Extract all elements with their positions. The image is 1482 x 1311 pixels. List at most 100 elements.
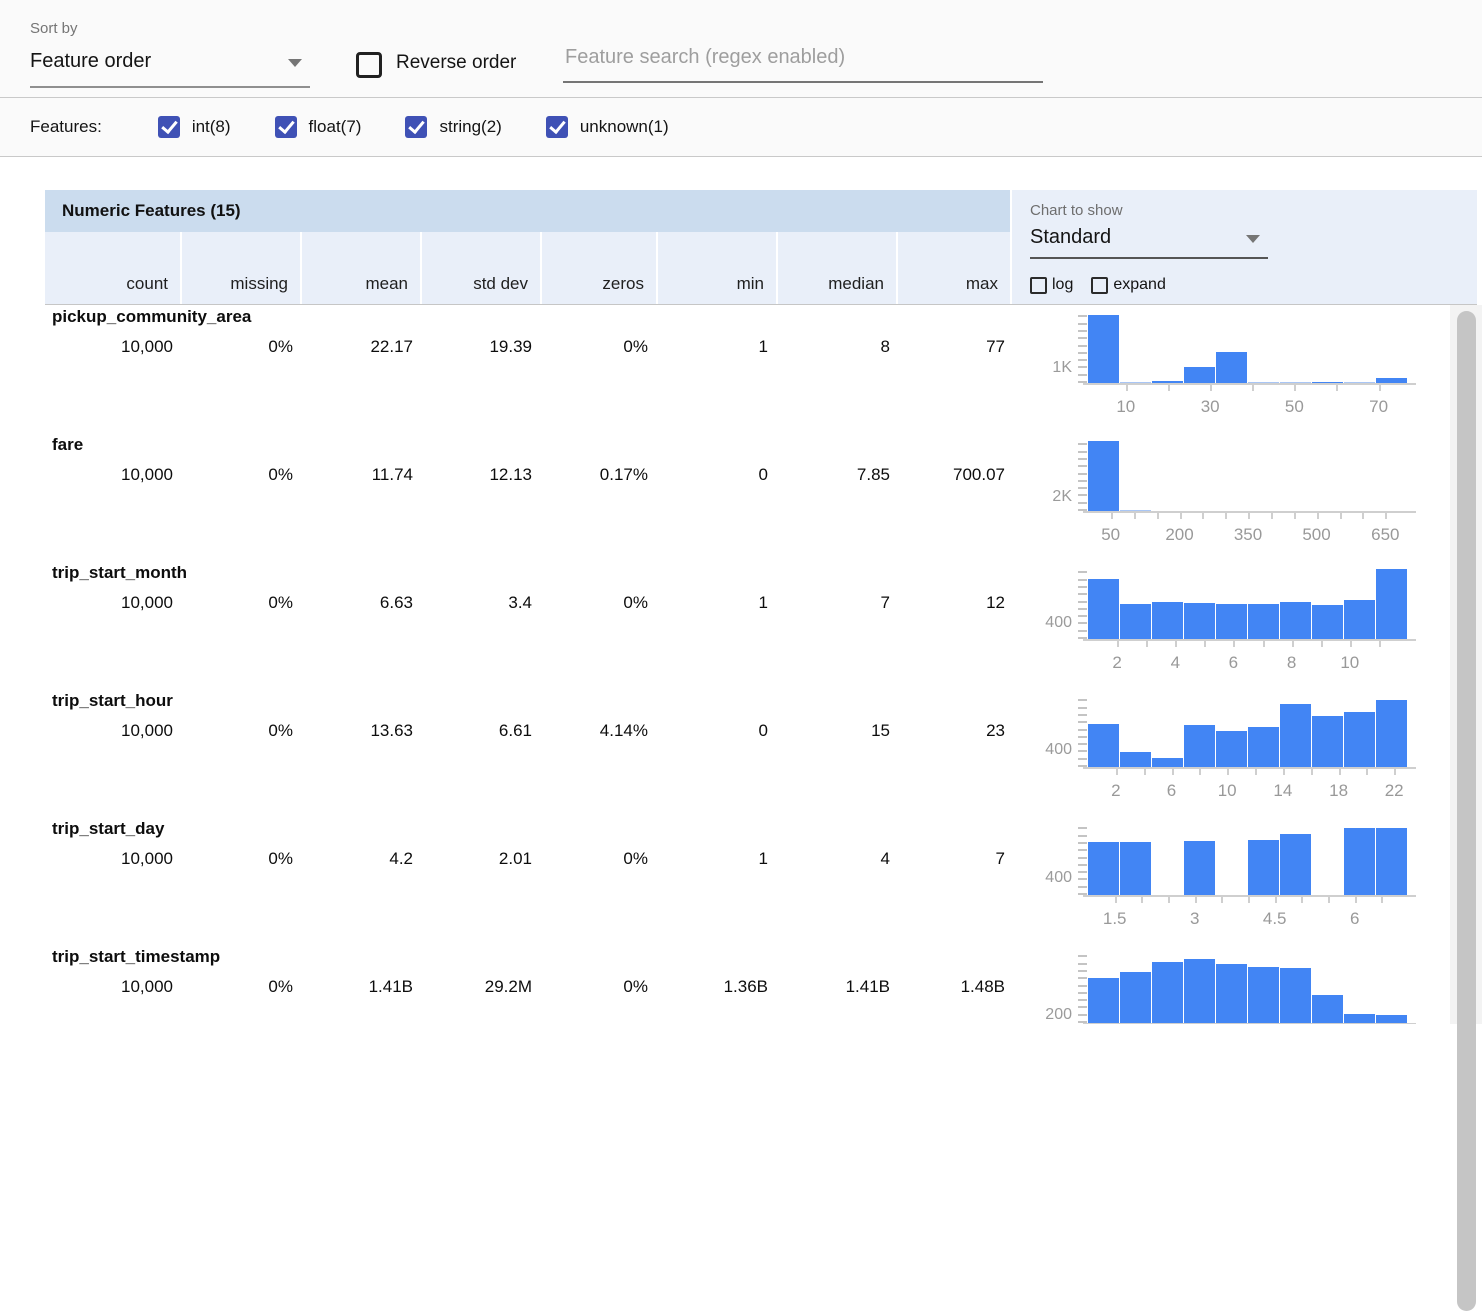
chart-type-select[interactable]: Standard xyxy=(1030,226,1268,259)
feature-type-string: string(2) xyxy=(405,116,501,138)
stat-missing: 0% xyxy=(173,593,293,613)
y-axis-tick xyxy=(1078,374,1087,376)
feature-name: trip_start_month xyxy=(52,563,187,583)
y-axis-tick xyxy=(1078,480,1087,482)
feature-row: fare10,0000%11.7412.130.17%07.85700.072K… xyxy=(0,433,1482,561)
y-axis-label: 400 xyxy=(1028,869,1072,887)
feature-histogram: 1K10305070 xyxy=(1028,313,1428,431)
scrollbar-thumb[interactable] xyxy=(1457,311,1476,1311)
y-axis-tick xyxy=(1078,878,1087,880)
histogram-bar xyxy=(1184,841,1215,895)
y-axis-tick xyxy=(1078,615,1087,617)
feature-row: trip_start_timestamp10,0000%1.41B29.2M0%… xyxy=(0,945,1482,1024)
sort-by-select[interactable]: Feature order xyxy=(30,50,310,88)
feature-histogram: 4002610141822 xyxy=(1028,697,1428,815)
reverse-order-checkbox[interactable] xyxy=(356,52,382,78)
x-axis-tick xyxy=(1221,897,1223,903)
feature-type-label: unknown(1) xyxy=(580,117,669,137)
y-axis-tick xyxy=(1078,579,1087,581)
stat-max: 7 xyxy=(885,849,1005,869)
x-tick-label: 350 xyxy=(1223,525,1273,545)
y-axis-tick xyxy=(1078,451,1087,453)
vertical-scrollbar[interactable] xyxy=(1450,305,1482,1024)
log-checkbox[interactable] xyxy=(1030,277,1047,294)
feature-search-input[interactable] xyxy=(563,46,1043,83)
x-axis-tick xyxy=(1275,897,1277,903)
histogram-bar xyxy=(1376,1015,1407,1023)
feature-row: trip_start_day10,0000%4.22.010%1474001.5… xyxy=(0,817,1482,945)
expand-checkbox[interactable] xyxy=(1091,277,1108,294)
histogram-bar xyxy=(1248,604,1279,639)
sort-by-value: Feature order xyxy=(30,50,151,72)
feature-type-checkbox[interactable] xyxy=(158,116,180,138)
x-axis-tick xyxy=(1379,641,1381,647)
histogram-bar xyxy=(1280,834,1311,895)
histogram-bar xyxy=(1280,968,1311,1023)
x-axis-tick xyxy=(1283,769,1285,775)
x-axis-tick xyxy=(1204,641,1206,647)
x-axis-tick xyxy=(1328,897,1330,903)
feature-row: pickup_community_area10,0000%22.1719.390… xyxy=(0,305,1482,433)
chart-to-show-label: Chart to show xyxy=(1030,202,1123,219)
feature-histogram: 200 xyxy=(1028,953,1428,1024)
histogram-bar xyxy=(1248,967,1279,1023)
feature-type-checkbox[interactable] xyxy=(546,116,568,138)
feature-type-float: float(7) xyxy=(275,116,362,138)
x-tick-label: 8 xyxy=(1267,653,1317,673)
x-axis-tick xyxy=(1311,769,1313,775)
y-axis-tick xyxy=(1078,323,1087,325)
y-axis-tick xyxy=(1078,330,1087,332)
y-axis-tick xyxy=(1078,857,1087,859)
histogram-bar xyxy=(1184,367,1215,383)
x-axis-tick xyxy=(1233,641,1235,647)
feature-name: trip_start_day xyxy=(52,819,164,839)
stat-missing: 0% xyxy=(173,849,293,869)
y-axis-tick xyxy=(1078,977,1087,979)
stat-zeros: 0.17% xyxy=(528,465,648,485)
x-axis-tick xyxy=(1168,385,1170,391)
x-axis-tick xyxy=(1294,513,1296,519)
x-axis-tick xyxy=(1394,769,1396,775)
feature-name: fare xyxy=(52,435,83,455)
feature-type-filter: Features: int(8)float(7)string(2)unknown… xyxy=(0,98,1482,157)
y-axis-tick xyxy=(1078,729,1087,731)
feature-name: pickup_community_area xyxy=(52,307,251,327)
y-axis-tick xyxy=(1078,699,1087,701)
y-axis-tick xyxy=(1078,758,1087,760)
x-axis-tick xyxy=(1340,513,1342,519)
x-axis-tick xyxy=(1336,385,1338,391)
stat-median: 8 xyxy=(770,337,890,357)
feature-histogram: 400246810 xyxy=(1028,569,1428,687)
histogram-bar xyxy=(1184,725,1215,767)
histogram-bar xyxy=(1248,840,1279,895)
x-tick-label: 50 xyxy=(1269,397,1319,417)
histogram-bar xyxy=(1312,995,1343,1023)
feature-type-checkbox[interactable] xyxy=(275,116,297,138)
x-tick-label: 30 xyxy=(1185,397,1235,417)
stat-min: 1.36B xyxy=(648,977,768,997)
x-axis-tick xyxy=(1317,513,1319,519)
stat-mean: 11.74 xyxy=(293,465,413,485)
chart-type-value: Standard xyxy=(1030,226,1111,248)
stat-missing: 0% xyxy=(173,465,293,485)
histogram-bar xyxy=(1344,828,1375,896)
histogram-bar xyxy=(1088,315,1119,383)
column-header-mean: mean xyxy=(300,232,420,304)
x-axis-tick xyxy=(1168,897,1170,903)
y-axis-tick xyxy=(1078,630,1087,632)
feature-type-checkbox[interactable] xyxy=(405,116,427,138)
checkmark-icon xyxy=(549,117,566,134)
column-header-count: count xyxy=(45,232,180,304)
y-axis-label: 2K xyxy=(1028,488,1072,506)
x-axis-tick xyxy=(1271,513,1273,519)
y-axis-label: 1K xyxy=(1028,359,1072,377)
feature-name: trip_start_hour xyxy=(52,691,173,711)
y-axis-tick xyxy=(1078,955,1087,957)
stat-median: 15 xyxy=(770,721,890,741)
y-axis-tick xyxy=(1078,985,1087,987)
x-axis-tick xyxy=(1292,641,1294,647)
y-axis-tick xyxy=(1078,458,1087,460)
x-tick-label: 6 xyxy=(1330,909,1380,929)
x-axis-tick xyxy=(1202,513,1204,519)
y-axis-tick xyxy=(1078,571,1087,573)
